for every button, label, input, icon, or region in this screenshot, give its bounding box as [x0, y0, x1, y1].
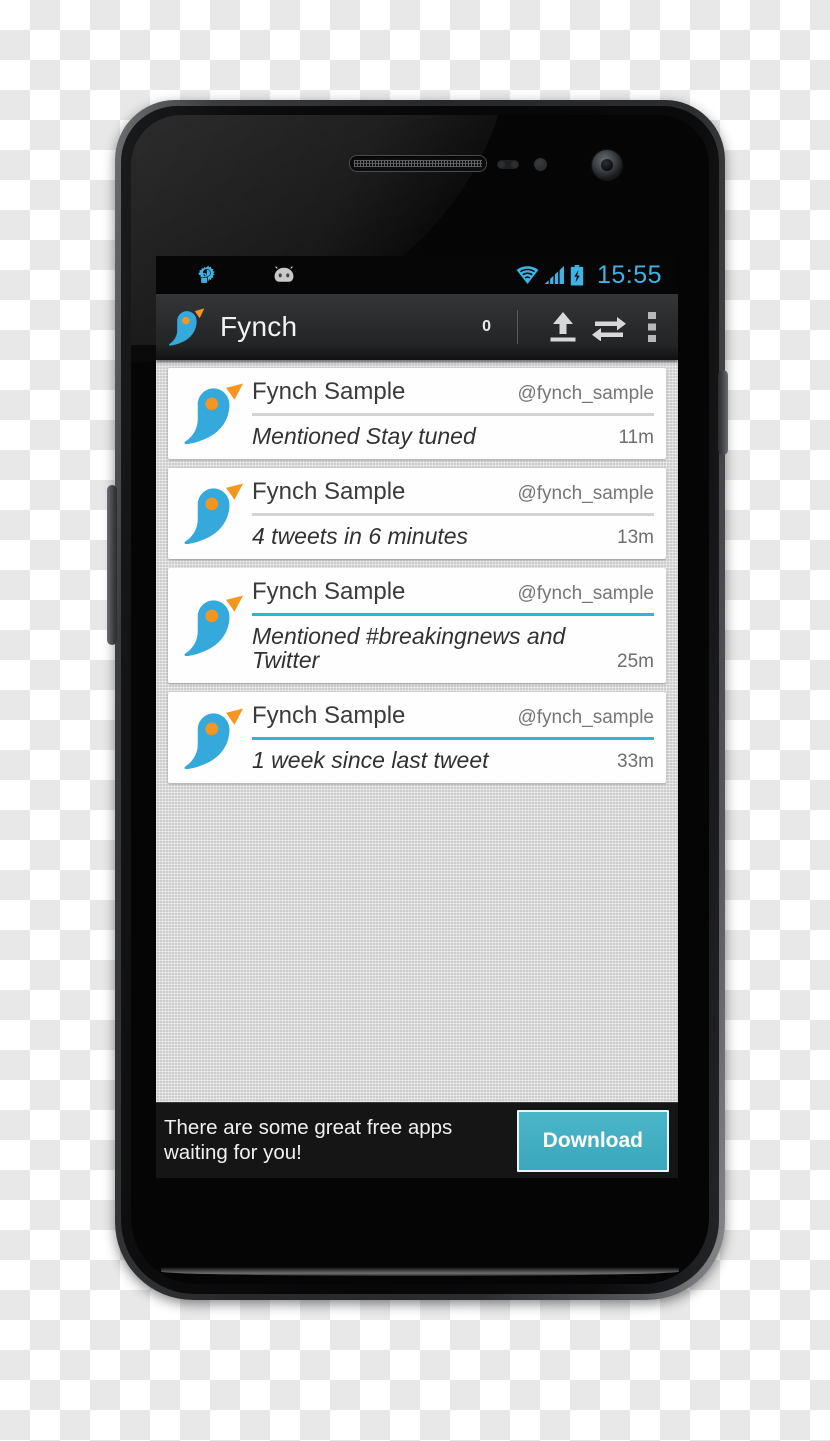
list-item-name: Fynch Sample	[252, 577, 406, 605]
list-item[interactable]: Fynch Sample @fynch_sample 4 tweets in 6…	[168, 467, 666, 559]
ad-banner-text: There are some great free apps waiting f…	[164, 1116, 453, 1164]
list-item-header: Fynch Sample @fynch_sample	[252, 478, 654, 513]
action-bar-separator	[517, 310, 518, 344]
list-item-handle: @fynch_sample	[517, 707, 654, 729]
list-item-body: Fynch Sample @fynch_sample Mentioned Sta…	[252, 378, 654, 449]
app-action-bar: Fynch 0	[156, 294, 678, 360]
list-item-message: Mentioned #breakingnews and Twitter	[252, 622, 566, 674]
upload-icon	[548, 311, 578, 343]
fynch-bird-avatar-icon	[184, 595, 244, 657]
sync-refresh-icon	[591, 313, 627, 341]
light-sensor	[534, 158, 547, 171]
unread-count-badge: 0	[482, 318, 491, 335]
ad-banner[interactable]: There are some great free apps waiting f…	[156, 1102, 678, 1178]
list-item-header: Fynch Sample @fynch_sample	[252, 702, 654, 737]
list-item-name: Fynch Sample	[252, 378, 406, 405]
list-item[interactable]: Fynch Sample @fynch_sample Mentioned #br…	[168, 567, 666, 684]
list-item-message: 1 week since last tweet	[252, 747, 489, 774]
fynch-bird-logo-icon[interactable]	[156, 305, 208, 349]
list-item[interactable]: Fynch Sample @fynch_sample Mentioned Sta…	[168, 368, 666, 459]
status-bar-left-icons	[166, 264, 296, 286]
power-button[interactable]	[718, 370, 728, 455]
fynch-bird-avatar-icon	[184, 708, 244, 769]
signal-bars-icon	[544, 266, 565, 284]
overflow-menu-icon	[648, 312, 656, 342]
list-item-time: 13m	[617, 526, 654, 548]
list-item-time: 25m	[617, 651, 654, 673]
list-item[interactable]: Fynch Sample @fynch_sample 1 week since …	[168, 692, 666, 784]
status-bar-right-icons: 15:55	[516, 260, 668, 289]
proximity-sensor	[497, 160, 519, 169]
avatar	[178, 378, 252, 449]
list-item-message: Mentioned Stay tuned	[252, 423, 476, 449]
notification-list[interactable]: Fynch Sample @fynch_sample Mentioned Sta…	[156, 360, 678, 1102]
list-item-footer: Mentioned #breakingnews and Twitter 25m	[252, 616, 654, 674]
fynch-bird-avatar-icon	[184, 483, 244, 545]
chin-highlight	[161, 1267, 679, 1276]
list-item-handle: @fynch_sample	[517, 582, 654, 604]
speaker-mesh	[354, 160, 482, 167]
avatar	[178, 702, 252, 773]
list-item-body: Fynch Sample @fynch_sample Mentioned #br…	[252, 578, 654, 674]
earpiece-speaker	[349, 155, 487, 172]
list-item-time: 11m	[618, 426, 654, 448]
screenshot-stage: 15:55 Fynch 0 Fynch Sample @fynch_sample…	[0, 0, 830, 1441]
avatar	[178, 578, 252, 674]
android-head-icon	[272, 266, 296, 284]
app-title: Fynch	[220, 311, 298, 342]
fynch-bird-avatar-icon	[184, 383, 244, 445]
download-button[interactable]: Download	[516, 1109, 669, 1172]
phone-screen: 15:55 Fynch 0 Fynch Sample @fynch_sample…	[156, 256, 678, 1178]
overflow-menu-button[interactable]	[632, 294, 672, 360]
list-item-time: 33m	[617, 751, 654, 773]
gear-lock-icon	[196, 264, 218, 286]
wifi-icon	[516, 266, 539, 284]
list-item-footer: 4 tweets in 6 minutes 13m	[252, 516, 654, 549]
list-item-handle: @fynch_sample	[517, 482, 654, 504]
front-camera	[592, 150, 622, 180]
list-item-handle: @fynch_sample	[517, 383, 654, 404]
sync-button[interactable]	[586, 294, 632, 360]
volume-rocker-button[interactable]	[107, 485, 117, 645]
android-status-bar: 15:55	[156, 256, 678, 294]
list-item-body: Fynch Sample @fynch_sample 1 week since …	[252, 702, 654, 773]
status-bar-clock: 15:55	[596, 260, 662, 289]
list-item-name: Fynch Sample	[252, 477, 406, 505]
list-item-message: 4 tweets in 6 minutes	[252, 522, 469, 549]
list-item-footer: 1 week since last tweet 33m	[252, 740, 654, 773]
avatar	[178, 478, 252, 549]
upload-button[interactable]	[540, 294, 586, 360]
battery-charging-icon	[570, 264, 584, 286]
list-item-header: Fynch Sample @fynch_sample	[252, 378, 654, 413]
list-item-header: Fynch Sample @fynch_sample	[252, 578, 654, 613]
list-item-name: Fynch Sample	[252, 702, 406, 730]
list-item-body: Fynch Sample @fynch_sample 4 tweets in 6…	[252, 478, 654, 549]
list-item-footer: Mentioned Stay tuned 11m	[252, 416, 654, 449]
